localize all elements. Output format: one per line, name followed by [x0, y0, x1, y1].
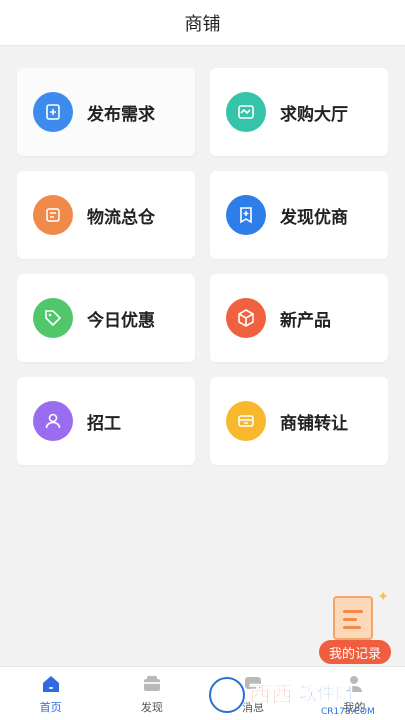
watermark-text-primary: 西西	[249, 683, 293, 708]
card-find-merchants[interactable]: 发现优商	[210, 171, 388, 259]
warehouse-icon	[33, 195, 73, 235]
shop-icon	[226, 401, 266, 441]
card-shop-transfer[interactable]: 商铺转让	[210, 377, 388, 465]
tab-label: 首页	[39, 701, 62, 714]
tag-icon	[33, 298, 73, 338]
card-label: 发布需求	[87, 104, 155, 125]
card-label: 今日优惠	[87, 310, 155, 331]
my-records-button[interactable]: ✦ 我的记录	[319, 588, 391, 664]
store-icon	[143, 676, 160, 691]
card-publish-demand[interactable]: 发布需求	[17, 68, 195, 156]
tab-home[interactable]: 首页	[0, 667, 101, 720]
card-today-deals[interactable]: 今日优惠	[17, 274, 195, 362]
card-label: 商铺转让	[280, 413, 348, 434]
card-label: 求购大厅	[280, 104, 348, 125]
publish-icon	[33, 92, 73, 132]
tab-label: 发现	[140, 701, 163, 714]
feature-grid: 发布需求 求购大厅 物流总仓 发现优商 今日优惠 新产品 招工 商铺转让	[17, 68, 388, 465]
card-label: 新产品	[280, 310, 331, 331]
watermark-logo: 西西 软件园 CR173.COM	[208, 676, 375, 717]
watermark-text-secondary: 软件园	[299, 683, 353, 705]
card-label: 物流总仓	[87, 207, 155, 228]
card-label: 招工	[87, 413, 121, 434]
card-label: 发现优商	[280, 207, 348, 228]
watermark-url: CR173.COM	[321, 707, 375, 717]
app-header: 商铺	[0, 0, 405, 46]
my-records-label: 我的记录	[319, 640, 391, 664]
card-new-products[interactable]: 新产品	[210, 274, 388, 362]
card-purchase-hall[interactable]: 求购大厅	[210, 68, 388, 156]
box-icon	[226, 298, 266, 338]
clipboard-icon	[333, 596, 373, 640]
bookmark-plus-icon	[226, 195, 266, 235]
card-recruit[interactable]: 招工	[17, 377, 195, 465]
hall-icon	[226, 92, 266, 132]
worker-icon	[33, 401, 73, 441]
home-icon	[42, 676, 59, 692]
page-title: 商铺	[184, 13, 221, 35]
sparkle-icon: ✦	[377, 588, 389, 604]
card-logistics-warehouse[interactable]: 物流总仓	[17, 171, 195, 259]
tab-discover[interactable]: 发现	[101, 667, 202, 720]
